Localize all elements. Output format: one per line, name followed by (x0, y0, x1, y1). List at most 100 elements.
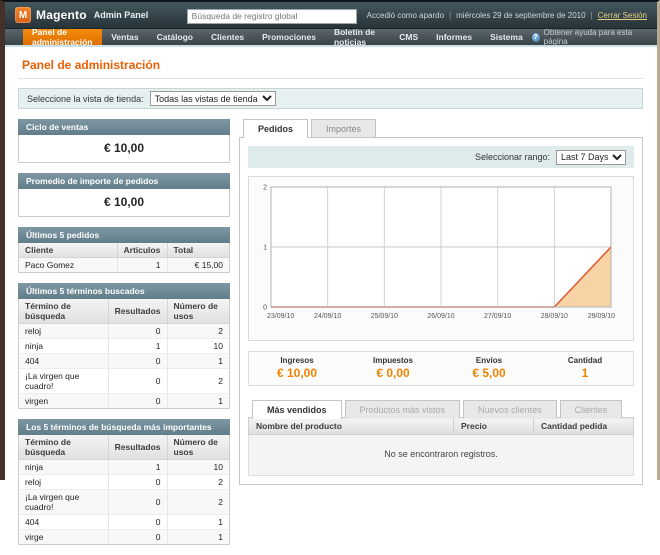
dashboard-sidebar: Ciclo de ventas € 10,00 Promedio de impo… (18, 119, 230, 555)
admin-window: M Magento Admin Panel Accedió como apard… (0, 0, 660, 480)
page-title: Panel de administración (18, 56, 643, 79)
table-row[interactable]: 40401 (19, 515, 229, 530)
average-orders-box: Promedio de importe de pedidos € 10,00 (18, 173, 230, 217)
orders-amounts-tabs: PedidosImportes (239, 119, 643, 137)
stat-value: € 10,00 (249, 366, 345, 380)
column-header: Precio (454, 418, 534, 435)
session-info: Accedió como apardo | miércoles 29 de se… (367, 11, 647, 20)
empty-row: No se encontraron registros. (249, 435, 634, 476)
table-cell: 2 (167, 369, 229, 394)
nav-item-clientes[interactable]: Clientes (202, 29, 253, 45)
orders-chart: 01223/09/1024/09/1025/09/1026/09/1027/09… (253, 182, 625, 332)
average-orders-value: € 10,00 (19, 189, 229, 216)
table-row[interactable]: ¡La virgen que cuadro!02 (19, 369, 229, 394)
table-header-row: Término de búsquedaResultadosNúmero de u… (19, 299, 229, 324)
svg-text:29/09/10: 29/09/10 (588, 313, 615, 320)
svg-text:28/09/10: 28/09/10 (541, 313, 568, 320)
magento-logo: M Magento Admin Panel (15, 7, 148, 23)
table-cell: 1 (167, 515, 229, 530)
svg-text:27/09/10: 27/09/10 (484, 313, 511, 320)
main-nav: Panel de administraciónVentasCatálogoCli… (5, 29, 657, 47)
range-select[interactable]: Last 7 Days (556, 150, 626, 165)
table-cell: 404 (19, 354, 108, 369)
top-search-terms-box: Los 5 términos de búsqueda más important… (18, 419, 230, 545)
page-content: Panel de administración Seleccione la vi… (5, 47, 657, 555)
nav-item-informes[interactable]: Informes (427, 29, 481, 45)
column-header: Cliente (19, 243, 117, 258)
table-row[interactable]: ¡La virgen que cuadro!02 (19, 490, 229, 515)
table-cell: 0 (108, 369, 167, 394)
table-cell: ¡La virgen que cuadro! (19, 490, 108, 515)
tab-importes[interactable]: Importes (311, 119, 376, 137)
table-cell: 1 (108, 460, 167, 475)
nav-item-catalogo[interactable]: Catálogo (148, 29, 202, 45)
stat-value: € 5,00 (441, 366, 537, 380)
column-header: Número de usos (167, 299, 229, 324)
nav-items: Panel de administraciónVentasCatálogoCli… (23, 29, 532, 45)
svg-text:2: 2 (263, 185, 267, 192)
lifetime-sales-box: Ciclo de ventas € 10,00 (18, 119, 230, 163)
nav-item-sistema[interactable]: Sistema (481, 29, 532, 45)
svg-text:26/09/10: 26/09/10 (427, 313, 454, 320)
help-globe-icon: ? (532, 33, 540, 42)
stat-label: Impuestos (345, 356, 441, 365)
table-cell: virgen (19, 394, 108, 409)
logout-link[interactable]: Cerrar Sesión (598, 11, 647, 20)
separator: | (591, 11, 593, 20)
totals-row: Ingresos€ 10,00Impuestos€ 0,00Envíos€ 5,… (248, 351, 634, 386)
table-header-row: Nombre del productoPrecioCantidad pedida (249, 418, 634, 435)
table-row[interactable]: ninja110 (19, 339, 229, 354)
nav-item-cms[interactable]: CMS (390, 29, 427, 45)
table-header-row: Término de búsquedaResultadosNúmero de u… (19, 435, 229, 460)
range-label: Seleccionar rango: (475, 152, 550, 162)
column-header: Artículos (117, 243, 167, 258)
table-cell: 10 (167, 339, 229, 354)
column-header: Número de usos (167, 435, 229, 460)
nav-item-ventas[interactable]: Ventas (102, 29, 147, 45)
help-link[interactable]: ? Obtener ayuda para esta página (532, 29, 657, 45)
column-header: Resultados (108, 299, 167, 324)
table-row[interactable]: ninja110 (19, 460, 229, 475)
products-table: Nombre del productoPrecioCantidad pedida… (248, 417, 634, 476)
report-tab-mas-vendidos[interactable]: Más vendidos (252, 400, 342, 419)
current-date: miércoles 29 de septiembre de 2010 (456, 11, 585, 20)
stat-value: € 0,00 (345, 366, 441, 380)
range-bar: Seleccionar rango: Last 7 Days (248, 146, 634, 168)
table-cell: 0 (108, 475, 167, 490)
tab-pedidos[interactable]: Pedidos (243, 119, 308, 138)
stat-cantidad: Cantidad1 (537, 352, 633, 385)
table-row[interactable]: Paco Gomez1€ 15,00 (19, 258, 229, 273)
table-row[interactable]: 40401 (19, 354, 229, 369)
table-row[interactable]: reloj02 (19, 475, 229, 490)
nav-item-promociones[interactable]: Promociones (253, 29, 325, 45)
table-cell: ninja (19, 339, 108, 354)
table-row[interactable]: virgen01 (19, 394, 229, 409)
stat-label: Envíos (441, 356, 537, 365)
logo-suffix: Admin Panel (94, 10, 149, 20)
report-tab-clientes: Clientes (560, 400, 623, 418)
table-cell: 2 (167, 475, 229, 490)
lifetime-sales-value: € 10,00 (19, 135, 229, 162)
report-tab-productos-mas-vistos: Productos más vistos (345, 400, 461, 418)
nav-item-boletin-de-noticias[interactable]: Boletín de noticias (325, 29, 390, 45)
table-cell: € 15,00 (167, 258, 229, 273)
table-cell: 2 (167, 324, 229, 339)
table-cell: Paco Gomez (19, 258, 117, 273)
nav-item-panel-de-administracion[interactable]: Panel de administración (23, 29, 102, 45)
global-search-input[interactable] (187, 9, 357, 24)
stat-label: Cantidad (537, 356, 633, 365)
svg-text:23/09/10: 23/09/10 (267, 313, 294, 320)
table-row[interactable]: reloj02 (19, 324, 229, 339)
table-cell: 1 (167, 530, 229, 545)
logo-text: Magento (36, 8, 87, 22)
stat-impuestos: Impuestos€ 0,00 (345, 352, 441, 385)
last-search-terms-title: Últimos 5 términos buscados (18, 283, 230, 299)
separator: | (449, 11, 451, 20)
table-row[interactable]: virge01 (19, 530, 229, 545)
store-view-select[interactable]: Todas las vistas de tienda (150, 91, 276, 106)
logged-in-as: Accedió como apardo (367, 11, 444, 20)
column-header: Nombre del producto (249, 418, 454, 435)
column-header: Término de búsqueda (19, 299, 108, 324)
svg-text:24/09/10: 24/09/10 (314, 313, 341, 320)
last-search-terms-box: Últimos 5 términos buscados Término de b… (18, 283, 230, 409)
